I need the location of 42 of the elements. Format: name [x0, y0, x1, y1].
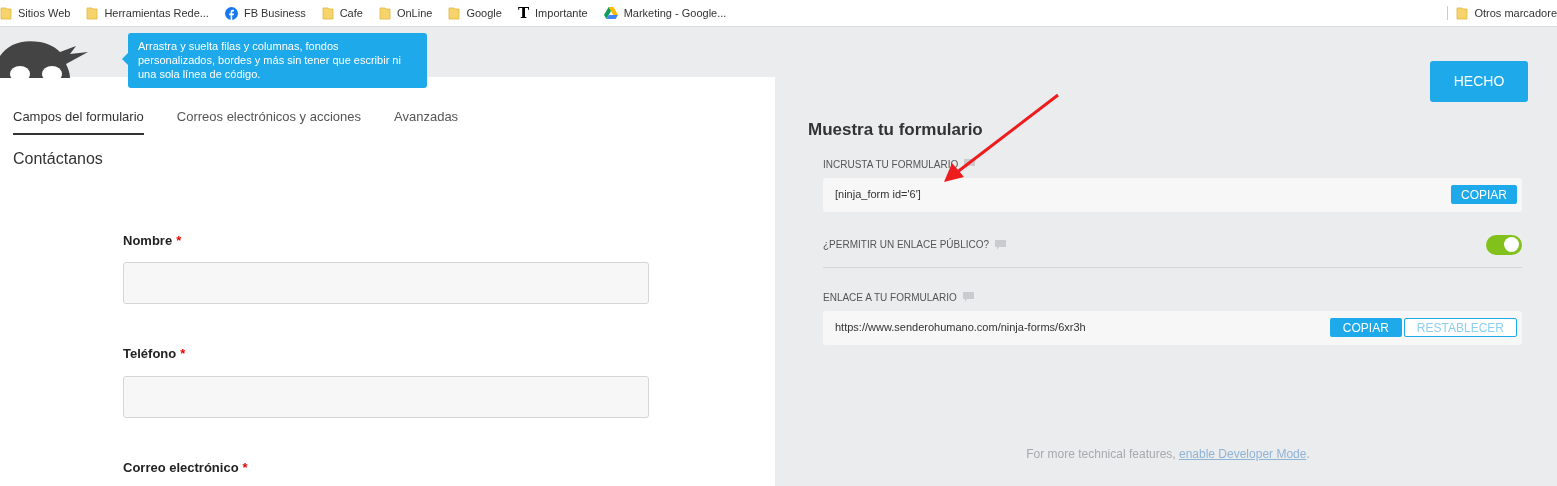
comment-icon: [995, 239, 1007, 250]
bookmark-item[interactable]: Cafe: [315, 4, 369, 22]
tab[interactable]: Correos electrónicos y acciones: [176, 107, 362, 135]
link-text: https://www.senderohumano.com/ninja-forms/6xr3h: [835, 320, 1086, 336]
input-field[interactable]: [123, 375, 649, 418]
required-mark: *: [180, 345, 186, 363]
bookmark-item[interactable]: Sitios Web: [0, 4, 77, 22]
field-label: Nombre: [123, 231, 173, 250]
bookmark-item[interactable]: Marketing - Google...: [597, 4, 733, 22]
tab[interactable]: Avanzadas: [394, 107, 459, 135]
bookmark-item[interactable]: OnLine: [372, 4, 439, 22]
folder-icon: [0, 6, 12, 20]
footer-text: For more technical features, enable Developer Mode.: [1025, 446, 1311, 463]
comment-icon: [964, 159, 976, 169]
field-label: INCRUSTA TU FORMULARIO: [823, 157, 959, 172]
folder-icon: [321, 6, 334, 20]
required-mark: *: [242, 458, 248, 477]
folder-icon: [1456, 6, 1469, 20]
folder-icon: [378, 6, 391, 20]
bookmark-item[interactable]: Herramientas Rede...: [80, 4, 215, 22]
folder-icon: [86, 6, 99, 20]
toggle-switch[interactable]: [1486, 234, 1522, 255]
bookmark-item[interactable]: Otros marcadore: [1456, 4, 1557, 22]
letter-icon: T: [517, 5, 530, 21]
bookmark-item[interactable]: T Importante: [511, 4, 594, 22]
input-field[interactable]: [123, 262, 649, 304]
field-label: Correo electrónico: [123, 458, 239, 477]
facebook-icon: [224, 6, 238, 20]
bookmark-item[interactable]: FB Business: [218, 4, 312, 22]
field-label: Teléfono: [123, 345, 177, 363]
comment-icon: [962, 292, 974, 302]
field-label: ENLACE A TU FORMULARIO: [823, 290, 957, 305]
tab[interactable]: Campos del formulario: [13, 107, 144, 135]
folder-icon: [448, 6, 461, 20]
shortcode-text: [ninja_form id='6']: [835, 187, 921, 203]
section-title: Muestra tu formulario: [808, 119, 984, 141]
field-label: ¿PERMITIR UN ENLACE PÚBLICO?: [823, 237, 990, 252]
bookmark-item[interactable]: Google: [442, 4, 508, 22]
drive-icon: [603, 7, 618, 19]
tooltip: Arrastra y suelta filas y columnas, fondos personalizados, bordes y más sin tener que escribir ni una sola línea de código.: [128, 33, 427, 88]
form-title: Contáctanos: [13, 148, 104, 169]
required-mark: *: [176, 231, 182, 250]
